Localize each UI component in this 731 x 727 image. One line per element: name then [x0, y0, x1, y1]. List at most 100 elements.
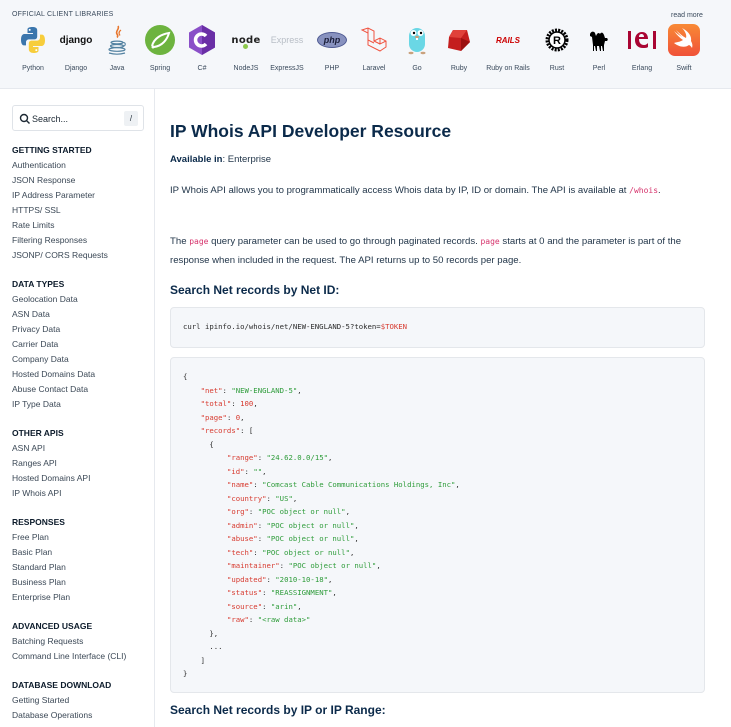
nav-item-hosted-domains-api[interactable]: Hosted Domains API — [12, 471, 90, 486]
json-string: "US" — [275, 493, 293, 503]
ruby-logo-icon — [441, 22, 477, 58]
json-punctuation: , — [297, 385, 302, 395]
nav-item-ip-address-parameter[interactable]: IP Address Parameter — [12, 188, 108, 203]
json-punctuation: , — [349, 547, 355, 557]
library-expressjs[interactable]: Express ExpressJS — [265, 22, 309, 76]
availability-value: : Enterprise — [222, 154, 272, 165]
python-logo-icon — [15, 22, 51, 58]
svg-text:R: R — [553, 35, 561, 47]
json-key: "raw" — [226, 615, 249, 624]
swift-logo-icon — [666, 22, 702, 58]
nav-item-asn-data[interactable]: ASN Data — [12, 307, 95, 322]
nav-section-getting-started: GETTING STARTED Authentication JSON Resp… — [12, 143, 108, 263]
docs-sidebar: / GETTING STARTED Authentication JSON Re… — [0, 89, 155, 727]
json-key: "source" — [226, 601, 263, 611]
json-punctuation: , — [328, 574, 333, 584]
json-punctuation: , — [345, 507, 350, 516]
nodejs-logo-icon: node — [228, 22, 264, 58]
search-box[interactable]: / — [12, 105, 144, 131]
library-rails[interactable]: RAILS Ruby on Rails — [486, 22, 530, 76]
php-logo-icon: php — [314, 22, 350, 58]
page-param-code: page — [189, 237, 209, 246]
json-punctuation: { — [183, 372, 188, 381]
nav-item-asn-api[interactable]: ASN API — [12, 441, 90, 456]
csharp-logo-icon — [184, 22, 220, 58]
nav-item-jsonp-cors[interactable]: JSONP/ CORS Requests — [12, 248, 108, 263]
code-line: } — [183, 667, 460, 681]
laravel-logo-icon — [356, 22, 392, 58]
nav-item-ip-type-data[interactable]: IP Type Data — [12, 397, 95, 412]
nav-item-ip-whois-api[interactable]: IP Whois API — [12, 486, 90, 501]
nav-item-privacy-data[interactable]: Privacy Data — [12, 322, 95, 337]
nav-item-enterprise-plan[interactable]: Enterprise Plan — [12, 590, 70, 605]
nav-item-business-plan[interactable]: Business Plan — [12, 575, 70, 590]
nav-item-basic-plan[interactable]: Basic Plan — [12, 545, 70, 560]
json-punctuation: : — [262, 601, 271, 611]
code-line: ] — [183, 654, 460, 668]
perl-camel-icon — [581, 22, 617, 58]
nav-item-geolocation-data[interactable]: Geolocation Data — [12, 292, 95, 307]
read-more-link[interactable]: read more — [671, 12, 703, 19]
json-key: "net" — [200, 385, 223, 395]
curl-code-block[interactable]: curl ipinfo.io/whois/net/NEW-ENGLAND-5?t… — [170, 307, 705, 348]
code-line: }, — [183, 627, 460, 641]
nav-item-cli[interactable]: Command Line Interface (CLI) — [12, 649, 126, 664]
response-code-block[interactable]: { "net": "NEW-ENGLAND-5", "total": 100, … — [170, 357, 705, 693]
nav-item-company-data[interactable]: Company Data — [12, 352, 95, 367]
nav-item-ranges-api[interactable]: Ranges API — [12, 456, 90, 471]
libraries-title: OFFICIAL CLIENT LIBRARIES — [12, 11, 114, 18]
nav-item-json-response[interactable]: JSON Response — [12, 173, 108, 188]
nav-item-database-operations[interactable]: Database Operations — [12, 708, 111, 723]
section-heading-net-id: Search Net records by Net ID: — [170, 283, 340, 297]
nav-item-free-plan[interactable]: Free Plan — [12, 530, 70, 545]
search-shortcut-key: / — [124, 111, 138, 126]
json-string: "NEW-ENGLAND-5" — [231, 385, 298, 395]
nav-item-abuse-contact-data[interactable]: Abuse Contact Data — [12, 382, 95, 397]
json-punctuation: , — [297, 601, 302, 611]
library-swift[interactable]: Swift — [662, 22, 706, 76]
pagination-paragraph: The page query parameter can be used to … — [170, 236, 682, 266]
json-punctuation: , — [240, 412, 245, 422]
availability-line: Available in: Enterprise — [170, 154, 271, 165]
client-libraries-bar: OFFICIAL CLIENT LIBRARIES read more Pyth… — [0, 0, 731, 89]
nav-item-standard-plan[interactable]: Standard Plan — [12, 560, 70, 575]
rails-logo-icon: RAILS — [496, 35, 520, 45]
page-title: IP Whois API Developer Resource — [170, 121, 452, 141]
json-key: "id" — [226, 466, 245, 476]
library-name: Ruby — [450, 65, 468, 72]
token-variable: $TOKEN — [380, 322, 408, 331]
json-punctuation: , — [253, 399, 258, 408]
code-line: "abuse": "POC object or null", — [183, 532, 460, 546]
nav-heading: ADVANCED USAGE — [12, 621, 93, 631]
json-key: "page" — [200, 412, 227, 422]
nav-section-data-types: DATA TYPES Geolocation Data ASN Data Pri… — [12, 277, 95, 412]
code-line: "page": 0, — [183, 411, 460, 425]
nav-item-batching-requests[interactable]: Batching Requests — [12, 634, 126, 649]
nav-item-db-getting-started[interactable]: Getting Started — [12, 693, 111, 708]
nav-item-filtering-responses[interactable]: Filtering Responses — [12, 233, 108, 248]
nav-item-rate-limits[interactable]: Rate Limits — [12, 218, 108, 233]
nav-item-authentication[interactable]: Authentication — [12, 158, 108, 173]
page-param-code: page — [480, 237, 500, 246]
library-ruby[interactable]: Ruby — [437, 22, 481, 76]
nav-item-https-ssl[interactable]: HTTPS/ SSL — [12, 203, 108, 218]
nav-item-hosted-domains-data[interactable]: Hosted Domains Data — [12, 367, 95, 382]
json-punctuation: : — [244, 466, 254, 476]
whois-endpoint-code: /whois — [629, 186, 659, 195]
curl-command: curl ipinfo.io/whois/net/NEW-ENGLAND-5?t… — [183, 322, 381, 331]
json-punctuation: : — [248, 507, 258, 516]
nav-item-carrier-data[interactable]: Carrier Data — [12, 337, 95, 352]
section-heading-ip-range: Search Net records by IP or IP Range: — [170, 703, 386, 717]
json-punctuation: : — [257, 453, 267, 462]
nav-heading: DATA TYPES — [12, 279, 65, 289]
code-line: "source": "arin", — [183, 600, 460, 614]
json-key: "abuse" — [226, 534, 258, 543]
json-punctuation: ] — [200, 655, 205, 665]
json-string: "POC object or null" — [266, 534, 355, 543]
json-string: "Comcast Cable Communications Holdings, … — [262, 480, 456, 489]
search-input[interactable] — [32, 111, 112, 127]
library-name: Swift — [676, 65, 692, 72]
json-punctuation: ... — [209, 642, 223, 651]
json-punctuation: , — [292, 493, 298, 503]
code-line: "maintainer": "POC object or null", — [183, 559, 460, 573]
